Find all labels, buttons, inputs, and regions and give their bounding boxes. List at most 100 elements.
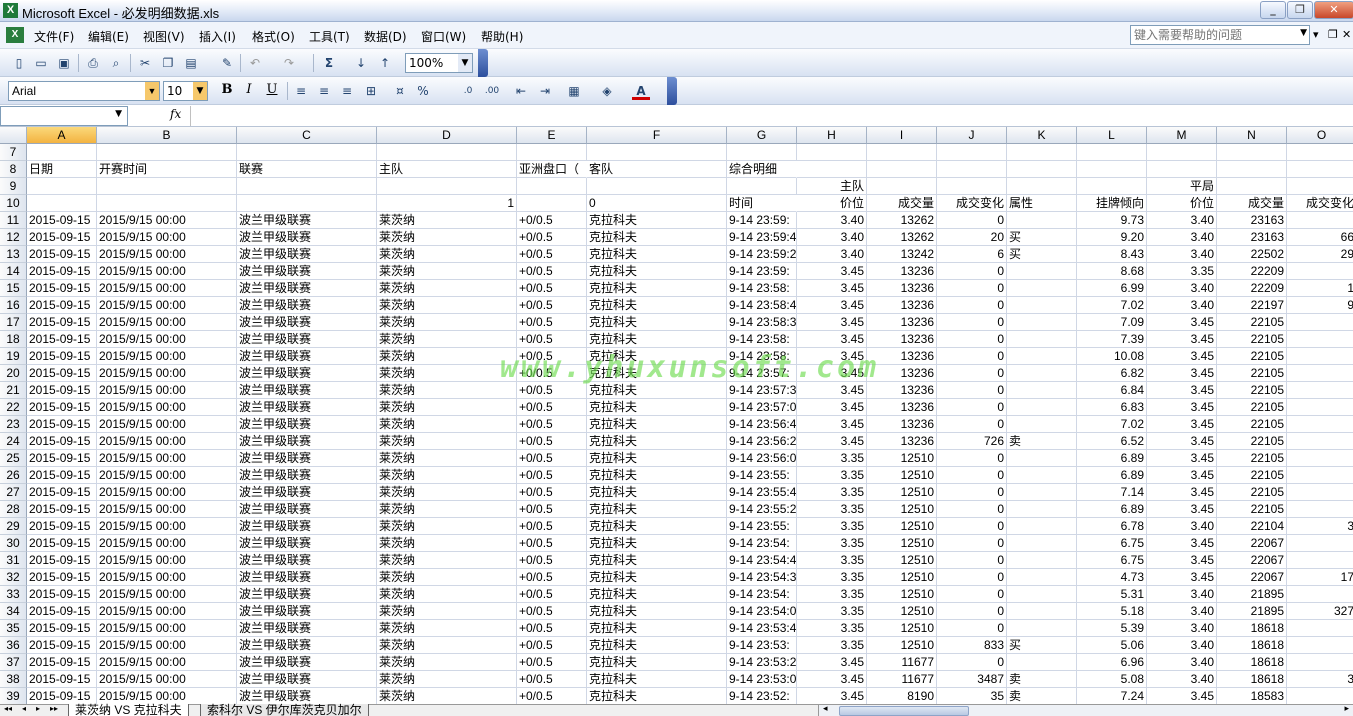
cell-g[interactable]: 9-14 23:55:: [727, 518, 797, 535]
cell-e[interactable]: +0/0.5: [517, 467, 587, 484]
cell-a[interactable]: 2015-09-15: [27, 518, 97, 535]
cell-j[interactable]: 3487: [937, 671, 1007, 688]
cell-a[interactable]: [27, 144, 97, 161]
cell-l[interactable]: 6.52: [1077, 433, 1147, 450]
cell-i[interactable]: 13236: [867, 280, 937, 297]
cell-m[interactable]: 3.45: [1147, 484, 1217, 501]
cell-g[interactable]: 9-14 23:53:0: [727, 671, 797, 688]
cell-d[interactable]: 莱茨纳: [377, 314, 517, 331]
chevron-down-icon[interactable]: ▼: [193, 82, 207, 100]
cell-g[interactable]: 9-14 23:55:2: [727, 501, 797, 518]
cell-e[interactable]: +0/0.5: [517, 314, 587, 331]
cell-c[interactable]: 波兰甲级联赛: [237, 280, 377, 297]
cell-j[interactable]: 0: [937, 212, 1007, 229]
restore-button[interactable]: ❐: [1287, 1, 1313, 19]
row-header[interactable]: 37: [0, 654, 27, 671]
cell-f[interactable]: 克拉科夫: [587, 518, 727, 535]
prev-sheet-icon[interactable]: ◂: [22, 704, 26, 713]
cell-h[interactable]: 3.35: [797, 620, 867, 637]
cell-f[interactable]: 克拉科夫: [587, 212, 727, 229]
cell-h[interactable]: 3.45: [797, 331, 867, 348]
cell-i[interactable]: 13262: [867, 212, 937, 229]
cell-a[interactable]: [27, 195, 97, 212]
cell-l[interactable]: 6.96: [1077, 654, 1147, 671]
cell-b[interactable]: 2015/9/15 00:00: [97, 603, 237, 620]
cell-g[interactable]: 9-14 23:53:2: [727, 654, 797, 671]
cell-b[interactable]: 2015/9/15 00:00: [97, 348, 237, 365]
cell-n[interactable]: 22105: [1217, 314, 1287, 331]
cell-i[interactable]: 12510: [867, 450, 937, 467]
cell-d[interactable]: 莱茨纳: [377, 518, 517, 535]
cell-l[interactable]: 6.84: [1077, 382, 1147, 399]
cell-a[interactable]: 2015-09-15: [27, 671, 97, 688]
cell-i[interactable]: 13236: [867, 331, 937, 348]
cell-n[interactable]: 22105: [1217, 331, 1287, 348]
row-header[interactable]: 8: [0, 161, 27, 178]
last-sheet-icon[interactable]: ▸▸: [50, 704, 58, 713]
cell-i[interactable]: 13242: [867, 246, 937, 263]
cell-g[interactable]: 9-14 23:57:0: [727, 399, 797, 416]
cell-f[interactable]: 克拉科夫: [587, 246, 727, 263]
cell-e[interactable]: +0/0.5: [517, 246, 587, 263]
cell-m[interactable]: 3.40: [1147, 671, 1217, 688]
cell-l[interactable]: 5.18: [1077, 603, 1147, 620]
row-header[interactable]: 33: [0, 586, 27, 603]
copy-icon[interactable]: ❐: [159, 54, 177, 72]
cell-j[interactable]: 0: [937, 484, 1007, 501]
cell-m[interactable]: [1147, 161, 1217, 178]
chevron-down-icon[interactable]: ▼: [1300, 28, 1307, 38]
cell-c[interactable]: 波兰甲级联赛: [237, 501, 377, 518]
cell-m[interactable]: 3.45: [1147, 569, 1217, 586]
cell-d[interactable]: 莱茨纳: [377, 671, 517, 688]
cell-h[interactable]: 3.35: [797, 552, 867, 569]
cell-m[interactable]: 3.45: [1147, 399, 1217, 416]
cell-j[interactable]: 6: [937, 246, 1007, 263]
cell-a[interactable]: 2015-09-15: [27, 331, 97, 348]
cell-c[interactable]: 波兰甲级联赛: [237, 331, 377, 348]
cell-m[interactable]: 3.40: [1147, 586, 1217, 603]
cell-j[interactable]: 0: [937, 348, 1007, 365]
cell-b[interactable]: 2015/9/15 00:00: [97, 688, 237, 704]
cell-j[interactable]: 0: [937, 450, 1007, 467]
cell-e[interactable]: +0/0.5: [517, 484, 587, 501]
cell-c[interactable]: 波兰甲级联赛: [237, 450, 377, 467]
cell-f[interactable]: 克拉科夫: [587, 467, 727, 484]
cell-a[interactable]: 2015-09-15: [27, 603, 97, 620]
cell-i[interactable]: 11677: [867, 671, 937, 688]
cell-a[interactable]: 2015-09-15: [27, 450, 97, 467]
cell-i[interactable]: 12510: [867, 535, 937, 552]
cell-i[interactable]: 13236: [867, 263, 937, 280]
cell-k[interactable]: [1007, 586, 1077, 603]
column-header-n[interactable]: N: [1217, 127, 1287, 144]
cell-l[interactable]: 7.39: [1077, 331, 1147, 348]
cell-c[interactable]: 波兰甲级联赛: [237, 348, 377, 365]
cell-e[interactable]: +0/0.5: [517, 263, 587, 280]
cell-d[interactable]: 莱茨纳: [377, 654, 517, 671]
cell-a[interactable]: 日期: [27, 161, 97, 178]
cell-m[interactable]: 3.45: [1147, 348, 1217, 365]
cell-a[interactable]: 2015-09-15: [27, 586, 97, 603]
cell-n[interactable]: 18618: [1217, 637, 1287, 654]
cell-d[interactable]: 莱茨纳: [377, 688, 517, 704]
select-all-corner[interactable]: [0, 127, 27, 144]
cell-o[interactable]: [1287, 178, 1353, 195]
cell-c[interactable]: 波兰甲级联赛: [237, 671, 377, 688]
chevron-down-icon[interactable]: ▼: [115, 109, 122, 119]
cell-d[interactable]: 莱茨纳: [377, 637, 517, 654]
cell-i[interactable]: 12510: [867, 501, 937, 518]
cell-i[interactable]: 12510: [867, 637, 937, 654]
cell-g[interactable]: 9-14 23:59:4: [727, 229, 797, 246]
cell-i[interactable]: 13236: [867, 433, 937, 450]
cell-f[interactable]: 克拉科夫: [587, 569, 727, 586]
cell-b[interactable]: 2015/9/15 00:00: [97, 467, 237, 484]
cell-l[interactable]: 9.20: [1077, 229, 1147, 246]
cell-k[interactable]: 买: [1007, 246, 1077, 263]
cell-m[interactable]: 3.40: [1147, 603, 1217, 620]
cell-b[interactable]: 2015/9/15 00:00: [97, 399, 237, 416]
cell-f[interactable]: 克拉科夫: [587, 297, 727, 314]
cell-h[interactable]: 3.40: [797, 212, 867, 229]
cell-c[interactable]: 波兰甲级联赛: [237, 416, 377, 433]
menu-view[interactable]: 视图(V): [143, 28, 185, 45]
cell-k[interactable]: [1007, 654, 1077, 671]
cell-k[interactable]: [1007, 144, 1077, 161]
